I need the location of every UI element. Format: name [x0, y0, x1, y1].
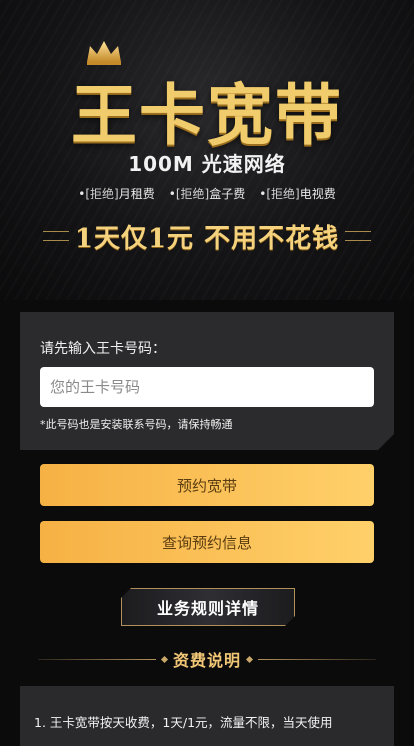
fee-heading: 资费说明 — [173, 651, 242, 670]
phone-input-label: 请先输入王卡号码： — [40, 341, 166, 357]
contact-note: *此号码也是安装联系号码，请保持畅通 — [40, 418, 233, 431]
feature-item-tv-fee: •[拒绝]电视费 — [259, 185, 335, 202]
feature-text: 电视费 — [299, 187, 336, 201]
feature-tag: [拒绝] — [85, 187, 119, 201]
slogan-right-ornament — [345, 231, 372, 241]
feature-bullet: • — [168, 187, 176, 201]
feature-tag: [拒绝] — [266, 187, 300, 201]
feature-list: •[拒绝]月租费 •[拒绝]盒子费 •[拒绝]电视费 — [0, 185, 414, 202]
feature-tag: [拒绝] — [175, 187, 210, 201]
slogan-row: 1天仅1元 不用不花钱 — [0, 216, 414, 256]
divider-line — [258, 658, 377, 660]
divider-line — [38, 658, 156, 660]
hero-banner: 王卡宽带 100M 光速网络 •[拒绝]月租费 •[拒绝]盒子费 •[拒绝]电视… — [0, 0, 414, 300]
feature-item-box-fee: •[拒绝]盒子费 — [169, 185, 245, 202]
feature-text: 盒子费 — [209, 187, 246, 201]
brand-title: 王卡宽带 — [71, 76, 343, 154]
reserve-broadband-button[interactable]: 预约宽带 — [40, 464, 374, 506]
fee-heading-row: 资费说明 — [38, 646, 377, 672]
query-reservation-button[interactable]: 查询预约信息 — [40, 521, 374, 563]
phone-number-input[interactable] — [40, 367, 374, 407]
hero-subtitle: 100M 光速网络 — [128, 152, 286, 176]
diamond-icon — [245, 655, 254, 663]
slogan: 1天仅1元 不用不花钱 — [74, 223, 340, 254]
phone-input-card: 请先输入王卡号码： *此号码也是安装联系号码，请保持畅通 — [20, 312, 394, 450]
feature-item-monthly-fee: •[拒绝]月租费 — [78, 185, 154, 202]
diamond-icon — [160, 655, 169, 663]
fee-description-box: 1. 王卡宽带按天收费，1天/1元，流量不限，当天使用 — [20, 686, 394, 746]
feature-text: 月租费 — [118, 187, 155, 201]
slogan-left-ornament — [42, 231, 69, 241]
business-rules-link[interactable]: 业务规则详情 — [121, 588, 295, 626]
fee-item: 1. 王卡宽带按天收费，1天/1元，流量不限，当天使用 — [34, 715, 333, 730]
